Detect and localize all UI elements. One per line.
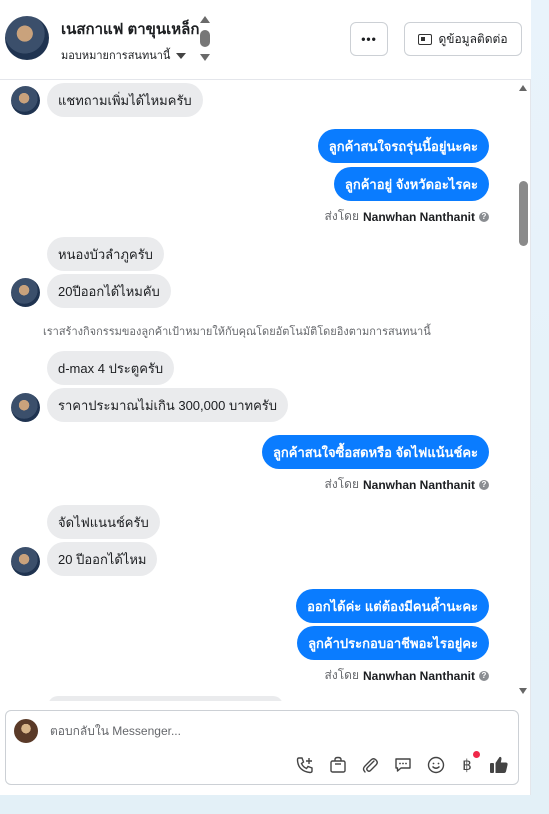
view-contact-info-button[interactable]: ดูข้อมูลติดต่อ [404, 22, 522, 56]
contact-name[interactable]: เนสกาแฟ ตาขุนเหล็ก [61, 17, 199, 41]
contact-info-label: ดูข้อมูลติดต่อ [438, 31, 508, 46]
scroll-thumb[interactable] [200, 30, 210, 47]
sent-by-label: ส่งโดย Nanwhan Nanthanit ? [325, 207, 489, 226]
call-add-icon[interactable] [294, 754, 316, 776]
thumbs-up-icon[interactable] [488, 754, 510, 776]
sent-by-label: ส่งโดย Nanwhan Nanthanit ? [325, 666, 489, 685]
shopping-bag-icon[interactable] [327, 754, 349, 776]
header-scrollbar[interactable] [199, 16, 211, 64]
chat-scroll-down-icon[interactable] [519, 688, 527, 694]
message-in[interactable]: 20ปีออกได้ไหมคับ [47, 274, 171, 308]
message-in[interactable]: แชทถามเพิ่มได้ไหมครับ [47, 83, 203, 117]
reply-input[interactable] [50, 721, 450, 741]
reply-composer: ฿ [5, 710, 519, 785]
conversation-header: เนสกาแฟ ตาขุนเหล็ก มอบหมายการสนทนานี้ ••… [0, 0, 531, 80]
sent-by-prefix: ส่งโดย [324, 477, 359, 491]
message-out[interactable]: ลูกค้าสนใจรถรุ่นนี้อยู่นะคะ [317, 129, 489, 163]
help-icon[interactable]: ? [479, 479, 489, 490]
chat-scroll-thumb[interactable] [519, 181, 528, 246]
message-out[interactable]: ลูกค้าประกอบอาชีพอะไรอยู่คะ [297, 626, 489, 660]
contact-avatar[interactable] [5, 16, 49, 60]
message-out[interactable]: ออกได้ค่ะ แต่ต้องมีคนค้ำนะคะ [296, 589, 489, 623]
sent-by-prefix: ส่งโดย [324, 209, 359, 223]
help-icon[interactable]: ? [479, 670, 489, 681]
emoji-icon[interactable] [425, 754, 447, 776]
assign-conversation-dropdown[interactable]: มอบหมายการสนทนานี้ [61, 46, 187, 64]
scroll-up-arrow-icon[interactable] [200, 16, 210, 23]
notification-dot [473, 751, 480, 758]
contact-avatar-small[interactable] [11, 547, 40, 576]
contact-avatar-small[interactable] [11, 86, 40, 115]
sent-by-label: ส่งโดย Nanwhan Nanthanit ? [325, 475, 489, 494]
contact-avatar-small[interactable] [11, 278, 40, 307]
paperclip-icon[interactable] [359, 754, 381, 776]
message-in[interactable]: 20 ปีออกได้ไหม [47, 542, 158, 576]
sent-by-prefix: ส่งโดย [324, 668, 359, 682]
sent-by-name: Nanwhan Nanthanit [362, 668, 475, 683]
more-label: ••• [361, 32, 377, 46]
assign-label: มอบหมายการสนทนานี้ [61, 50, 171, 62]
message-in[interactable]: d-max 4 ประตูครับ [47, 351, 175, 385]
more-options-button[interactable]: ••• [350, 22, 388, 56]
chat-bubble-icon[interactable] [392, 754, 414, 776]
chat-scroll-up-icon[interactable] [519, 85, 527, 91]
message-in-partial[interactable] [48, 696, 283, 701]
page-avatar [14, 719, 38, 743]
message-in[interactable]: ราคาประมาณไม่เกิน 300,000 บาทครับ [47, 388, 289, 422]
contact-card-icon [418, 33, 433, 45]
message-in[interactable]: จัดไฟแนนช์ครับ [47, 505, 160, 539]
sent-by-name: Nanwhan Nanthanit [362, 477, 475, 492]
messenger-panel: เนสกาแฟ ตาขุนเหล็ก มอบหมายการสนทนานี้ ••… [0, 0, 531, 795]
sent-by-name: Nanwhan Nanthanit [362, 209, 475, 224]
message-out[interactable]: ลูกค้าอยู่ จังหวัดอะไรคะ [333, 167, 489, 201]
message-out[interactable]: ลูกค้าสนใจซื้อสดหรือ จัดไฟแน้นช์คะ [261, 435, 489, 469]
svg-text:฿: ฿ [462, 756, 472, 774]
scroll-down-arrow-icon[interactable] [200, 54, 210, 61]
help-icon[interactable]: ? [479, 211, 489, 222]
message-thread[interactable]: แชทถามเพิ่มได้ไหมครับ ลูกค้าสนใจรถรุ่นนี… [0, 81, 531, 701]
system-note: เราสร้างกิจกรรมของลูกค้าเป้าหมายให้กับคุ… [43, 326, 431, 338]
message-in[interactable]: หนองบัวลำภูครับ [47, 237, 164, 271]
contact-avatar-small[interactable] [11, 393, 40, 422]
caret-down-icon [176, 53, 187, 60]
